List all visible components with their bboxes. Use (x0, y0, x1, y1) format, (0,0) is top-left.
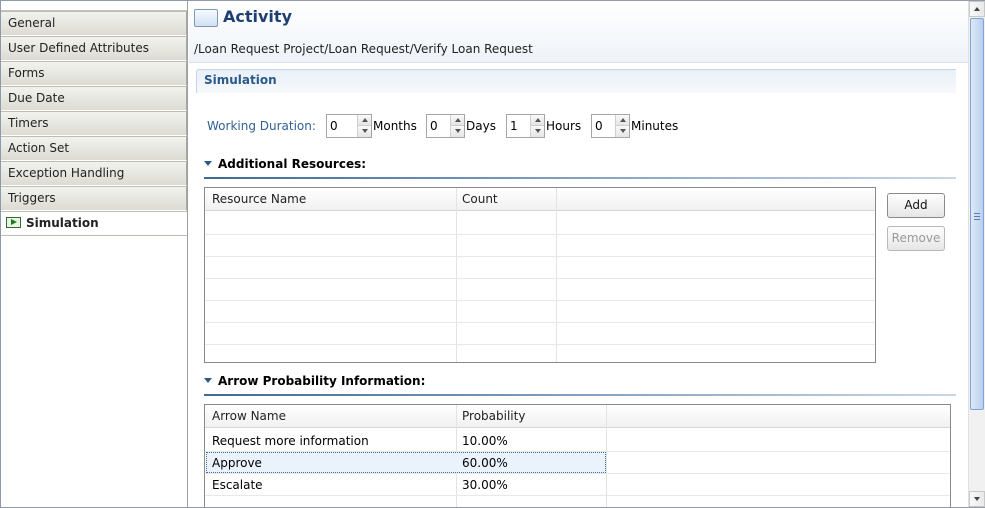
table-header: Arrow Name Probability (205, 405, 950, 428)
column-header-probability[interactable]: Probability (462, 409, 525, 423)
tab-action-set[interactable]: Action Set (1, 136, 187, 161)
row-divider (205, 300, 875, 301)
hours-unit-label: Hours (546, 119, 582, 133)
tab-triggers[interactable]: Triggers (1, 186, 187, 211)
hours-value: 1 (510, 119, 518, 133)
activity-icon (194, 9, 218, 27)
spinner-down-icon[interactable] (358, 126, 371, 137)
months-spinner[interactable]: 0 (326, 114, 372, 138)
tab-label: Simulation (26, 216, 99, 230)
remove-button[interactable]: Remove (887, 226, 945, 251)
arrow-name-cell: Request more information (212, 434, 369, 448)
resources-table[interactable]: Resource Name Count (204, 187, 876, 363)
arrow-name-cell: Escalate (212, 478, 263, 492)
tab-timers[interactable]: Timers (1, 111, 187, 136)
column-separator (606, 405, 607, 507)
probability-cell[interactable]: 10.00% (462, 434, 508, 448)
minutes-unit-label: Minutes (631, 119, 679, 133)
sidebar-top-spacer (1, 1, 187, 11)
selected-row-highlight (206, 452, 606, 473)
spinner-up-icon[interactable] (616, 115, 629, 126)
minutes-value: 0 (595, 119, 603, 133)
spinner-down-icon[interactable] (531, 126, 544, 137)
row-divider (205, 278, 875, 279)
row-divider (205, 344, 875, 345)
months-unit-label: Months (373, 119, 417, 133)
tab-simulation[interactable]: Simulation (1, 211, 187, 236)
row-divider (205, 234, 875, 235)
probability-cell[interactable]: 30.00% (462, 478, 508, 492)
column-header-count[interactable]: Count (462, 192, 498, 206)
column-separator (456, 188, 457, 362)
divider (204, 394, 956, 396)
scroll-down-icon[interactable] (969, 491, 985, 507)
expand-triangle-icon (204, 161, 212, 166)
simulation-play-icon (6, 217, 21, 228)
spinner-up-icon[interactable] (358, 115, 371, 126)
row-divider (205, 256, 875, 257)
row-divider (205, 322, 875, 323)
additional-resources-title: Additional Resources: (218, 157, 367, 171)
arrow-probability-table[interactable]: Arrow Name Probability Request more info… (204, 404, 951, 507)
column-header-resource-name[interactable]: Resource Name (212, 192, 306, 206)
working-duration-label: Working Duration: (207, 119, 316, 133)
column-separator (556, 188, 557, 362)
expand-triangle-icon (204, 378, 212, 383)
probability-cell[interactable]: 60.00% (462, 456, 508, 470)
arrow-probability-header[interactable]: Arrow Probability Information: (204, 374, 425, 388)
divider (204, 177, 956, 179)
tab-label: Exception Handling (8, 166, 125, 180)
spinner-up-icon[interactable] (531, 115, 544, 126)
table-header: Resource Name Count (205, 188, 875, 211)
arrow-name-cell: Approve (212, 456, 262, 470)
scrollbar-thumb[interactable] (970, 18, 984, 410)
tab-label: User Defined Attributes (8, 41, 150, 55)
section-header: Simulation (196, 69, 956, 93)
tab-exception-handling[interactable]: Exception Handling (1, 161, 187, 186)
tab-label: Triggers (8, 191, 56, 205)
tab-general[interactable]: General (1, 11, 187, 36)
page-title: Activity (223, 7, 292, 26)
tab-label: Timers (8, 116, 49, 130)
minutes-spinner[interactable]: 0 (591, 114, 630, 138)
arrow-probability-title: Arrow Probability Information: (218, 374, 426, 388)
row-divider (205, 473, 950, 474)
tab-label: Forms (8, 66, 45, 80)
additional-resources-header[interactable]: Additional Resources: (204, 157, 366, 171)
tab-forms[interactable]: Forms (1, 61, 187, 86)
tab-label: Due Date (8, 91, 65, 105)
spinner-down-icon[interactable] (616, 126, 629, 137)
vertical-scrollbar[interactable] (968, 1, 985, 507)
tab-label: Action Set (8, 141, 70, 155)
grip-icon (974, 213, 980, 220)
tab-label: General (8, 16, 56, 30)
page-header: Activity /Loan Request Project/Loan Requ… (189, 1, 968, 63)
tab-due-date[interactable]: Due Date (1, 86, 187, 111)
tab-sidebar: General User Defined Attributes Forms Du… (1, 1, 188, 507)
months-value: 0 (330, 119, 338, 133)
days-unit-label: Days (466, 119, 496, 133)
scroll-up-icon[interactable] (969, 1, 985, 17)
spinner-down-icon[interactable] (451, 126, 464, 137)
row-divider (205, 495, 950, 496)
hours-spinner[interactable]: 1 (506, 114, 545, 138)
spinner-up-icon[interactable] (451, 115, 464, 126)
main-panel: Activity /Loan Request Project/Loan Requ… (189, 1, 968, 507)
days-spinner[interactable]: 0 (426, 114, 465, 138)
tab-user-defined-attributes[interactable]: User Defined Attributes (1, 36, 187, 61)
days-value: 0 (430, 119, 438, 133)
breadcrumb: /Loan Request Project/Loan Request/Verif… (194, 42, 533, 56)
add-button[interactable]: Add (887, 193, 945, 218)
section-title: Simulation (204, 73, 277, 87)
properties-view: General User Defined Attributes Forms Du… (0, 0, 985, 508)
column-header-arrow-name[interactable]: Arrow Name (212, 409, 286, 423)
